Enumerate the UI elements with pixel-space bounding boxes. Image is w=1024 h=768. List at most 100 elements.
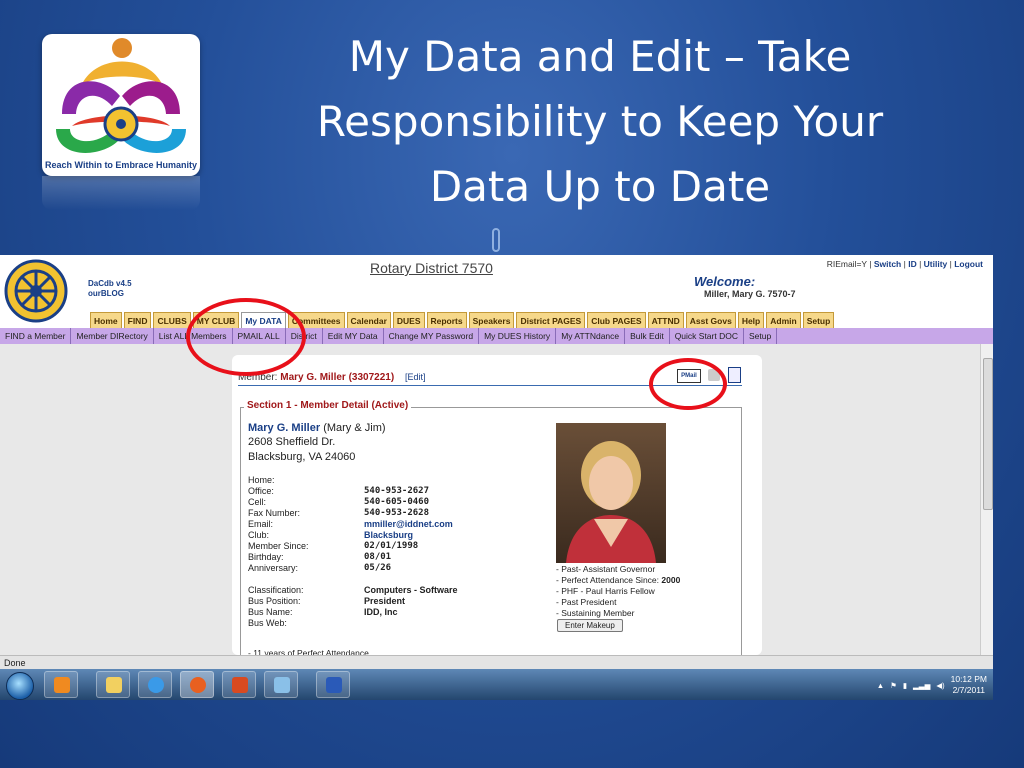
- blog-link[interactable]: ourBLOG: [88, 289, 124, 298]
- taskbar-paint[interactable]: [264, 671, 298, 698]
- tab-district-pages[interactable]: District PAGES: [516, 312, 586, 328]
- logout-link[interactable]: Logout: [954, 259, 983, 269]
- field-value-member-since: 02/01/1998: [364, 541, 419, 551]
- media-player-icon: [54, 677, 70, 693]
- folder-icon: [106, 677, 122, 693]
- field-label-home: Home:: [248, 475, 275, 485]
- tab-attnd[interactable]: ATTND: [647, 312, 684, 328]
- taskbar-internet-explorer[interactable]: [138, 671, 172, 698]
- field-label-classification: Classification:: [248, 585, 304, 595]
- system-tray: ▲ ⚑ ▮ ▂▃▅ ◀) 10:12 PM 2/7/2011: [877, 673, 987, 697]
- tab-reports[interactable]: Reports: [426, 312, 467, 328]
- field-label-bus-web: Bus Web:: [248, 618, 287, 628]
- subnav-member-directory[interactable]: Member DIRectory: [71, 328, 154, 344]
- clock-date: 2/7/2011: [952, 685, 986, 695]
- id-link[interactable]: ID: [908, 259, 917, 269]
- address-line-1: 2608 Sheffield Dr.: [248, 436, 336, 448]
- field-label-bus-position: Bus Position:: [248, 596, 301, 606]
- slide-title-line-2: Responsibility to Keep Your: [316, 97, 884, 146]
- field-value-anniversary: 05/26: [364, 563, 392, 573]
- vertical-scrollbar[interactable]: [980, 344, 993, 655]
- sub-navigation: FIND a Member Member DIRectory List ALL …: [0, 328, 993, 344]
- tab-speakers[interactable]: Speakers: [468, 312, 515, 328]
- taskbar-powerpoint[interactable]: [222, 671, 256, 698]
- taskbar-word[interactable]: [316, 671, 350, 698]
- award-past-assistant-governor: - Past- Assistant Governor: [556, 564, 656, 574]
- site-header: DaCdb v4.5 ourBLOG Rotary District 7570 …: [0, 255, 993, 328]
- field-label-bus-name: Bus Name:: [248, 607, 293, 617]
- tray-flag-icon[interactable]: ⚑: [890, 681, 897, 690]
- taskbar-firefox[interactable]: [180, 671, 214, 698]
- subnav-attendance[interactable]: My ATTNdance: [556, 328, 626, 344]
- field-label-office: Office:: [248, 486, 274, 496]
- taskbar-media-player[interactable]: [44, 671, 78, 698]
- field-label-cell: Cell:: [248, 497, 267, 507]
- subnav-dues-history[interactable]: My DUES History: [479, 328, 557, 344]
- tab-find[interactable]: FIND: [123, 312, 152, 328]
- welcome-label: Welcome:: [694, 274, 756, 289]
- subnav-bulk-edit[interactable]: Bulk Edit: [625, 328, 670, 344]
- dacdb-version: DaCdb v4.5: [88, 279, 132, 288]
- start-button[interactable]: [6, 672, 34, 700]
- tab-calendar[interactable]: Calendar: [346, 312, 391, 328]
- taskbar-explorer[interactable]: [96, 671, 130, 698]
- field-value-fax: 540-953-2628: [364, 508, 430, 518]
- field-value-bus-name: IDD, Inc: [364, 607, 398, 617]
- tab-dues[interactable]: DUES: [392, 312, 425, 328]
- field-value-cell: 540-605-0460: [364, 497, 430, 507]
- tab-setup[interactable]: Setup: [802, 312, 835, 328]
- riemail-flag: RIEmail=Y: [826, 259, 867, 269]
- subnav-quick-start-doc[interactable]: Quick Start DOC: [670, 328, 744, 344]
- edit-link[interactable]: [Edit]: [405, 372, 426, 382]
- tray-chevron-icon[interactable]: ▲: [877, 681, 884, 690]
- tab-admin[interactable]: Admin: [766, 312, 801, 328]
- address-line-2: Blacksburg, VA 24060: [248, 451, 356, 463]
- field-label-member-since: Member Since:: [248, 541, 309, 551]
- paint-icon: [274, 677, 290, 693]
- callout-circle-my-data: [186, 298, 306, 376]
- award-past-president: - Past President: [556, 597, 617, 607]
- field-value-email[interactable]: mmiller@iddnet.com: [364, 519, 453, 529]
- system-clock[interactable]: 10:12 PM 2/7/2011: [951, 674, 987, 696]
- member-portrait: [566, 441, 656, 563]
- district-title-link[interactable]: Rotary District 7570: [370, 260, 493, 276]
- logo-caption: Reach Within to Embrace Humanity: [45, 160, 197, 170]
- subnav-find-member[interactable]: FIND a Member: [0, 328, 72, 344]
- subnav-edit-my-data[interactable]: Edit MY Data: [323, 328, 384, 344]
- clock-time: 10:12 PM: [950, 674, 987, 684]
- member-photo: [556, 423, 666, 563]
- section-title: Section 1 - Member Detail (Active): [244, 400, 412, 411]
- windows-taskbar: ▲ ⚑ ▮ ▂▃▅ ◀) 10:12 PM 2/7/2011: [0, 669, 993, 700]
- field-label-email: Email:: [248, 519, 274, 529]
- member-name-line: Mary G. Miller (Mary & Jim): [248, 422, 386, 434]
- field-label-fax: Fax Number:: [248, 508, 301, 518]
- connector-handle: [492, 228, 500, 252]
- utility-link[interactable]: Utility: [924, 259, 948, 269]
- member-header-id: (3307221): [348, 372, 395, 383]
- field-value-club[interactable]: Blacksburg: [364, 530, 413, 540]
- member-name-suffix: (Mary & Jim): [323, 422, 386, 434]
- slide-title-line-1: My Data and Edit – Take: [348, 32, 852, 81]
- top-links: RIEmail=Y | Switch | ID | Utility | Logo…: [826, 259, 983, 269]
- scroll-thumb[interactable]: [983, 358, 993, 510]
- tab-help[interactable]: Help: [737, 312, 765, 328]
- subnav-change-password[interactable]: Change MY Password: [384, 328, 480, 344]
- tab-clubs[interactable]: CLUBS: [153, 312, 191, 328]
- field-label-birthday: Birthday:: [248, 552, 284, 562]
- member-name[interactable]: Mary G. Miller: [248, 422, 320, 434]
- tray-volume-icon[interactable]: ◀): [936, 681, 944, 690]
- subnav-setup[interactable]: Setup: [744, 328, 778, 344]
- award-perfect-attendance-year: 2000: [661, 575, 681, 585]
- tray-network-icon[interactable]: ▮: [903, 681, 907, 690]
- tab-home[interactable]: Home: [90, 312, 122, 328]
- field-label-anniversary: Anniversary:: [248, 563, 299, 573]
- award-perfect-attendance-label: - Perfect Attendance Since:: [556, 575, 660, 585]
- tab-club-pages[interactable]: Club PAGES: [587, 312, 646, 328]
- tray-signal-icon[interactable]: ▂▃▅: [913, 681, 930, 690]
- enter-makeup-button[interactable]: Enter Makeup: [557, 619, 623, 632]
- switch-link[interactable]: Switch: [874, 259, 901, 269]
- tab-asst-govs[interactable]: Asst Govs: [685, 312, 736, 328]
- document-icon[interactable]: [728, 367, 741, 383]
- firefox-icon: [190, 677, 206, 693]
- award-paul-harris-fellow: - PHF - Paul Harris Fellow: [556, 586, 655, 596]
